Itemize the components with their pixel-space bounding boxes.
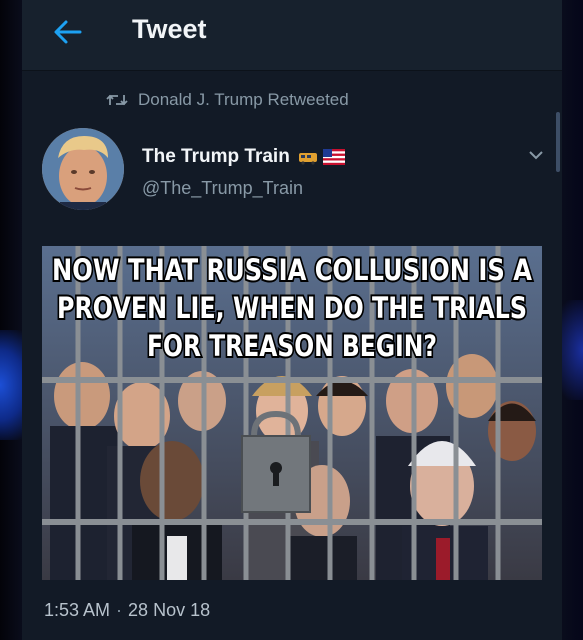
meme-caption-line3: FOR TREASON BEGIN? xyxy=(147,329,437,363)
tweet-timestamp[interactable]: 1:53 AM · 28 Nov 18 xyxy=(44,600,210,621)
user-name: The Trump Train xyxy=(142,146,290,167)
chevron-down-icon[interactable] xyxy=(527,148,545,162)
tweet-image[interactable]: NOW THAT RUSSIA COLLUSION IS A PROVEN LI… xyxy=(42,246,542,580)
arrow-left-icon[interactable] xyxy=(50,14,86,50)
retweet-icon xyxy=(106,94,128,106)
user-name-row[interactable]: The Trump Train xyxy=(142,146,345,168)
tweet-screen: Tweet Donald J. Trump Retweeted The Trum… xyxy=(22,0,562,640)
retweet-context[interactable]: Donald J. Trump Retweeted xyxy=(106,90,349,110)
photo-frame: Tweet Donald J. Trump Retweeted The Trum… xyxy=(0,0,583,640)
us-flag-emoji xyxy=(322,149,345,165)
user-handle[interactable]: @The_Trump_Train xyxy=(142,178,303,199)
page-title: Tweet xyxy=(132,14,207,44)
tweet-date: 28 Nov 18 xyxy=(128,600,211,620)
meme-caption-line2: PROVEN LIE, WHEN DO THE TRIALS xyxy=(57,291,527,325)
timestamp-separator: · xyxy=(116,600,123,620)
avatar[interactable] xyxy=(42,128,124,210)
train-emoji xyxy=(298,153,317,165)
meme-image: NOW THAT RUSSIA COLLUSION IS A PROVEN LI… xyxy=(42,246,542,580)
app-header: Tweet xyxy=(22,0,562,71)
scrollbar[interactable] xyxy=(556,112,560,172)
avatar-portrait xyxy=(42,128,124,210)
meme-caption-line1: NOW THAT RUSSIA COLLUSION IS A xyxy=(52,253,532,287)
retweet-text: Donald J. Trump Retweeted xyxy=(138,90,349,109)
tweet-time: 1:53 AM xyxy=(44,600,111,620)
